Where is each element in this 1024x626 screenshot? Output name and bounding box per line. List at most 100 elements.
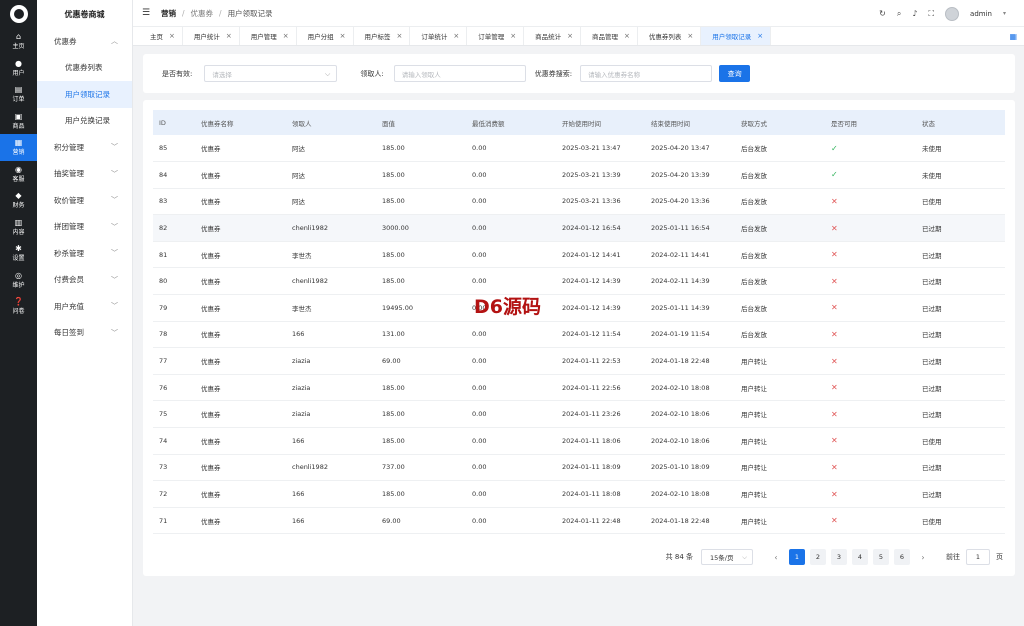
- top-header: ☰ 营销 / 优惠券 / 用户领取记录 ↻ ⌕ ♪ ⛶ admin ▾: [133, 0, 1024, 27]
- table-row[interactable]: 85 优惠券 阿达 185.00 0.00 2025-03-21 13:47 2025-04…: [153, 135, 1005, 163]
- rail-item-9[interactable]: ◎ 维护: [0, 267, 37, 294]
- close-icon[interactable]: ×: [340, 32, 346, 40]
- close-icon[interactable]: ×: [283, 32, 289, 40]
- goto-page-input[interactable]: 1: [966, 549, 990, 565]
- page-button[interactable]: 1: [789, 549, 805, 565]
- rail-item-0[interactable]: ⌂ 主页: [0, 28, 37, 55]
- table-row[interactable]: 83 优惠券 阿达 185.00 0.00 2025-03-21 13:36 2025-04…: [153, 188, 1005, 216]
- table-cell: 用户转让: [735, 427, 825, 455]
- coupon-search-input[interactable]: 请输入优惠券名称: [580, 65, 713, 82]
- rail-item-4[interactable]: ▦ 营销: [0, 134, 37, 161]
- close-icon[interactable]: ×: [624, 32, 630, 40]
- cross-icon: ✕: [831, 329, 838, 339]
- grid-icon[interactable]: ▦: [1009, 32, 1017, 41]
- table-cell: 185.00: [376, 480, 466, 508]
- breadcrumb-marketing[interactable]: 营销: [161, 8, 176, 19]
- rail-item-3[interactable]: ▣ 商品: [0, 108, 37, 135]
- table-row[interactable]: 76 优惠券 ziazia 185.00 0.00 2024-01-11 22:56 202…: [153, 374, 1005, 402]
- submenu-group[interactable]: 每日签到 ﹀: [37, 320, 132, 347]
- close-icon[interactable]: ×: [757, 32, 763, 40]
- rail-item-10[interactable]: ❓ 问卷: [0, 293, 37, 320]
- page-button[interactable]: 5: [873, 549, 889, 565]
- page-button[interactable]: 6: [894, 549, 910, 565]
- rail-item-1[interactable]: ● 用户: [0, 55, 37, 82]
- refresh-icon[interactable]: ↻: [879, 9, 886, 18]
- submenu-item-coupon-list[interactable]: 优惠券列表: [37, 55, 132, 82]
- fullscreen-icon[interactable]: ⛶: [928, 9, 934, 19]
- table-cell: 737.00: [376, 454, 466, 482]
- tab[interactable]: 订单统计 ×: [410, 27, 468, 45]
- rail-item-8[interactable]: ✱ 设置: [0, 240, 37, 267]
- table-cell: 185.00: [376, 241, 466, 269]
- table-row[interactable]: 75 优惠券 ziazia 185.00 0.00 2024-01-11 23:26 202…: [153, 400, 1005, 429]
- submenu-group[interactable]: 秒杀管理 ﹀: [37, 240, 132, 267]
- submenu-group[interactable]: 积分管理 ﹀: [37, 134, 132, 161]
- table-cell: 0.00: [466, 400, 556, 429]
- avatar[interactable]: [945, 6, 960, 21]
- submenu-item-user-redeem[interactable]: 用户兑换记录: [37, 108, 132, 135]
- column-header: 结束使用时间: [645, 110, 735, 135]
- tab[interactable]: 用户领取记录 ×: [701, 27, 772, 45]
- table-row[interactable]: 71 优惠券 166 69.00 0.00 2024-01-11 22:48 2024-01…: [153, 507, 1005, 535]
- breadcrumb-coupon[interactable]: 优惠券: [191, 8, 214, 19]
- table-row[interactable]: 77 优惠券 ziazia 69.00 0.00 2024-01-11 22:53 2024…: [153, 347, 1005, 375]
- close-icon[interactable]: ×: [687, 32, 693, 40]
- submenu-group[interactable]: 付费会员 ﹀: [37, 267, 132, 294]
- table-row[interactable]: 78 优惠券 166 131.00 0.00 2024-01-12 11:54 2024-0…: [153, 321, 1005, 349]
- submenu: 优惠卷商城 优惠券 ︿ 优惠券列表 用户领取记录 用户兑换记录 积分管理 ﹀ 抽奖管…: [37, 0, 133, 626]
- page-button[interactable]: 3: [831, 549, 847, 565]
- table-row[interactable]: 73 优惠券 chenli1982 737.00 0.00 2024-01-11 18:0…: [153, 454, 1005, 482]
- breadcrumb: 营销 / 优惠券 / 用户领取记录: [161, 8, 273, 19]
- page-size-select[interactable]: 15条/页 ⌵: [701, 549, 753, 565]
- rail-item-6[interactable]: ◆ 财务: [0, 187, 37, 214]
- menu-toggle-icon[interactable]: ☰: [142, 8, 158, 18]
- table-row[interactable]: 79 优惠券 李世杰 19495.00 0.00 2024-01-12 14:39 2025…: [153, 294, 1005, 322]
- table-cell: 优惠券: [195, 507, 286, 535]
- rail-item-5[interactable]: ◉ 客服: [0, 161, 37, 188]
- page-button[interactable]: 2: [810, 549, 826, 565]
- tab[interactable]: 商品统计 ×: [524, 27, 581, 45]
- submenu-item-user-claim[interactable]: 用户领取记录: [37, 81, 132, 108]
- table-row[interactable]: 80 优惠券 chenli1982 185.00 0.00 2024-01-12 14:3…: [153, 267, 1005, 296]
- table-cell: 185.00: [376, 374, 466, 402]
- tab[interactable]: 用户统计 ×: [183, 27, 240, 45]
- tab[interactable]: 优惠券列表 ×: [638, 27, 702, 45]
- rail-item-2[interactable]: ▤ 订单: [0, 81, 37, 108]
- table-row[interactable]: 82 优惠券 chenli1982 3000.00 0.00 2024-01-12 16:…: [153, 214, 1005, 242]
- search-icon[interactable]: ⌕: [897, 9, 901, 19]
- bell-icon[interactable]: ♪: [912, 9, 917, 18]
- close-icon[interactable]: ×: [169, 32, 175, 40]
- submenu-group[interactable]: 砍价管理 ﹀: [37, 187, 132, 214]
- tab[interactable]: 用户管理 ×: [240, 27, 297, 45]
- valid-select[interactable]: 请选择 ⌵: [204, 65, 338, 82]
- table-row[interactable]: 84 优惠券 阿达 185.00 0.00 2025-03-21 13:39 2025-04…: [153, 161, 1005, 189]
- rail-item-7[interactable]: ▥ 内容: [0, 214, 37, 241]
- submenu-group[interactable]: 抽奖管理 ﹀: [37, 161, 132, 188]
- query-button[interactable]: 查询: [719, 65, 751, 82]
- table-row[interactable]: 74 优惠券 166 185.00 0.00 2024-01-11 18:06 2024-0…: [153, 427, 1005, 455]
- page-button[interactable]: 4: [852, 549, 868, 565]
- close-icon[interactable]: ×: [453, 32, 459, 40]
- tab[interactable]: 用户分组 ×: [297, 27, 354, 45]
- submenu-group[interactable]: 拼团管理 ﹀: [37, 214, 132, 241]
- receiver-input[interactable]: 请输入领取人: [393, 65, 526, 82]
- chevron-down-icon[interactable]: ▾: [1003, 10, 1006, 17]
- submenu-group[interactable]: 用户充值 ﹀: [37, 293, 132, 320]
- next-page-icon[interactable]: ›: [916, 549, 930, 565]
- table-row[interactable]: 81 优惠券 李世杰 185.00 0.00 2024-01-12 14:41 2024-0…: [153, 241, 1005, 269]
- prev-page-icon[interactable]: ‹: [769, 549, 783, 565]
- close-icon[interactable]: ×: [397, 32, 403, 40]
- close-icon[interactable]: ×: [567, 32, 573, 40]
- tab[interactable]: 主页 ×: [139, 27, 183, 45]
- tab[interactable]: 商品管理 ×: [581, 27, 638, 45]
- username[interactable]: admin: [970, 10, 992, 18]
- submenu-group-coupon[interactable]: 优惠券 ︿: [37, 28, 132, 55]
- table-cell: chenli1982: [286, 454, 376, 482]
- tab[interactable]: 用户标签 ×: [354, 27, 411, 45]
- table-row[interactable]: 72 优惠券 166 185.00 0.00 2024-01-11 18:08 2024-0…: [153, 480, 1005, 508]
- close-icon[interactable]: ×: [510, 32, 516, 40]
- table-cell: 0.00: [466, 161, 556, 189]
- close-icon[interactable]: ×: [226, 32, 232, 40]
- tab[interactable]: 订单管理 ×: [467, 27, 525, 45]
- chevron-down-icon: ⌵: [325, 70, 331, 78]
